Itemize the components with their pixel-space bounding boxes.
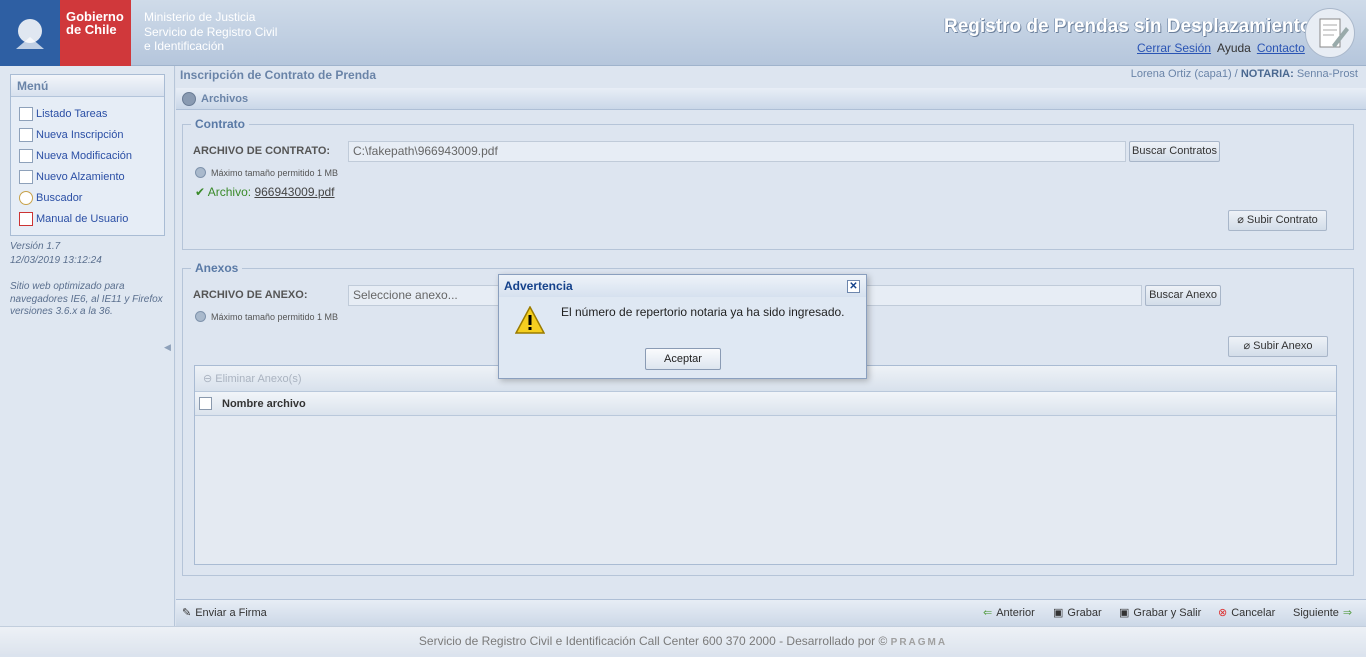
- eliminar-anexos-button[interactable]: Eliminar Anexo(s): [215, 373, 301, 385]
- chile-coat-of-arms-logo: [0, 0, 60, 66]
- legend-anexos: Anexos: [191, 261, 243, 275]
- dialog-title: Advertencia: [499, 275, 866, 297]
- sidebar-item-nueva-inscripcion[interactable]: Nueva Inscripción: [19, 125, 123, 145]
- enviar-a-firma-button[interactable]: ✎ Enviar a Firma: [182, 600, 267, 627]
- arrow-right-icon: ⇒: [1342, 607, 1353, 619]
- grabar-y-salir-button[interactable]: ▣ Grabar y Salir: [1119, 600, 1201, 627]
- arrow-left-icon: ⇐: [983, 607, 993, 619]
- paperclip-icon: ⌀: [1243, 340, 1251, 352]
- ministry-line: Ministerio de Justicia: [144, 10, 256, 24]
- version-info: Versión 1.7 12/03/2019 13:12:24: [10, 240, 102, 268]
- lift-document-icon: [19, 170, 33, 184]
- grid-header: Nombre archivo: [195, 392, 1336, 416]
- grabar-button[interactable]: ▣ Grabar: [1053, 600, 1102, 627]
- pdf-icon: [19, 212, 33, 226]
- anexos-grid: ⊖ Eliminar Anexo(s) Nombre archivo: [194, 365, 1337, 565]
- contrato-label: ARCHIVO DE CONTRATO:: [193, 145, 331, 157]
- list-icon: [19, 107, 33, 121]
- user-info: Lorena Ortiz (capa1) / NOTARIA: Senna-Pr…: [1130, 68, 1358, 80]
- aceptar-button[interactable]: Aceptar: [645, 348, 721, 370]
- ministry-info: Ministerio de Justicia Servicio de Regis…: [144, 10, 277, 54]
- action-toolbar: ✎ Enviar a Firma ⇐ Anterior ▣ Grabar ▣ Graba…: [176, 599, 1366, 626]
- sidebar-item-manual[interactable]: Manual de Usuario: [19, 209, 128, 229]
- collapse-sidebar-icon[interactable]: ◀: [164, 342, 171, 353]
- anexo-label: ARCHIVO DE ANEXO:: [193, 289, 308, 301]
- dialog-message: El número de repertorio notaria ya ha si…: [561, 305, 845, 319]
- select-all-checkbox[interactable]: [199, 397, 212, 410]
- column-nombre-archivo: Nombre archivo: [222, 397, 306, 410]
- page-title: Inscripción de Contrato de Prenda: [180, 68, 377, 82]
- contrato-uploaded-file: ✔ Archivo: 966943009.pdf: [195, 185, 335, 199]
- sidebar-item-nuevo-alzamiento[interactable]: Nuevo Alzamiento: [19, 167, 125, 187]
- siguiente-button[interactable]: Siguiente ⇒: [1293, 600, 1352, 627]
- info-icon: [195, 311, 206, 322]
- logout-link[interactable]: Cerrar Sesión: [1137, 41, 1211, 55]
- close-icon[interactable]: ✕: [847, 280, 860, 293]
- anexo-hint: Máximo tamaño permitido 1 MB: [195, 311, 338, 322]
- datetime: 12/03/2019 13:12:24: [10, 255, 102, 266]
- search-icon: [19, 191, 33, 205]
- sidebar-item-buscador[interactable]: Buscador: [19, 188, 82, 208]
- contrato-hint: Máximo tamaño permitido 1 MB: [195, 167, 338, 178]
- browser-note: Sitio web optimizado para navegadores IE…: [10, 281, 163, 317]
- contrato-file-input[interactable]: C:\fakepath\966943009.pdf: [348, 141, 1126, 162]
- sidebar: Menú Listado Tareas Nueva Inscripción Nu…: [0, 66, 175, 626]
- sidebar-item-listado-tareas[interactable]: Listado Tareas: [19, 104, 107, 124]
- cancelar-button[interactable]: ⊗ Cancelar: [1218, 600, 1275, 627]
- ministry-line: e Identificación: [144, 39, 225, 53]
- subir-anexo-button[interactable]: ⌀ Subir Anexo: [1228, 336, 1328, 357]
- help-link[interactable]: Ayuda: [1217, 41, 1251, 55]
- cancel-icon: ⊗: [1218, 607, 1228, 619]
- step-icon: [182, 92, 196, 106]
- send-icon: ✎: [182, 607, 192, 619]
- menu-title: Menú: [11, 75, 164, 97]
- app-title: Registro de Prendas sin Desplazamiento: [944, 16, 1312, 37]
- fieldset-contrato: Contrato ARCHIVO DE CONTRATO: C:\fakepat…: [182, 117, 1354, 250]
- contrato-file-link[interactable]: 966943009.pdf: [254, 185, 334, 199]
- legend-contrato: Contrato: [191, 117, 249, 131]
- gobierno-de-chile-logo: Gobierno de Chile: [60, 0, 131, 66]
- header: Gobierno de Chile Ministerio de Justicia…: [0, 0, 1366, 66]
- buscar-anexo-button[interactable]: Buscar Anexo: [1145, 285, 1221, 306]
- delete-icon: ⊖: [203, 373, 213, 385]
- panel-header-archivos: Archivos: [176, 88, 1366, 110]
- paperclip-icon: ⌀: [1237, 214, 1244, 226]
- save-icon: ▣: [1053, 607, 1064, 619]
- buscar-contratos-button[interactable]: Buscar Contratos: [1129, 141, 1220, 162]
- edit-document-icon: [19, 149, 33, 163]
- page-footer: Servicio de Registro Civil e Identificac…: [0, 626, 1366, 654]
- top-links: Cerrar Sesión Ayuda Contacto: [1137, 41, 1305, 55]
- menu-panel: Menú Listado Tareas Nueva Inscripción Nu…: [10, 74, 165, 236]
- ministry-line: Servicio de Registro Civil: [144, 24, 278, 39]
- check-icon: ✔: [195, 185, 206, 199]
- warning-dialog: Advertencia ✕ El número de repertorio no…: [498, 274, 867, 379]
- new-document-icon: [19, 128, 33, 142]
- warning-icon: [514, 305, 546, 337]
- sidebar-item-nueva-modificacion[interactable]: Nueva Modificación: [19, 146, 132, 166]
- contact-link[interactable]: Contacto: [1257, 41, 1305, 55]
- subir-contrato-button[interactable]: ⌀ Subir Contrato: [1228, 210, 1327, 231]
- info-icon: [195, 167, 206, 178]
- save-exit-icon: ▣: [1119, 607, 1130, 619]
- anterior-button[interactable]: ⇐ Anterior: [983, 600, 1035, 627]
- document-edit-icon: [1305, 8, 1355, 58]
- version: Versión 1.7: [10, 241, 61, 252]
